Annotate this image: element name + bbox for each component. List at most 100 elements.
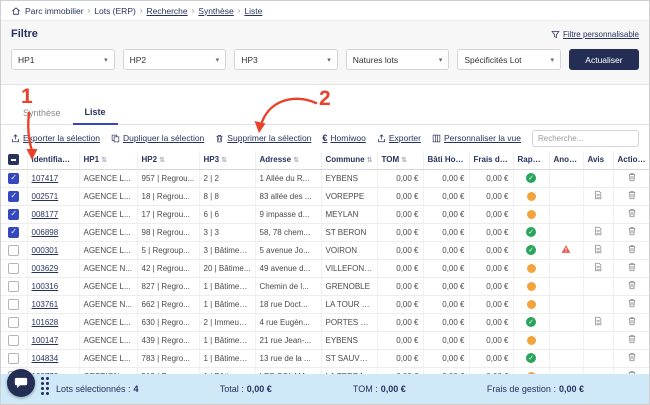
filter-select-specificites-lot[interactable]: Spécificités Lot▾ [457,49,561,70]
delete-row-icon[interactable] [627,208,637,218]
customize-view-button[interactable]: Personnaliser la vue [432,133,521,143]
column-header-frais[interactable]: Frais de G...⇅ [469,151,513,169]
row-checkbox[interactable] [8,263,19,274]
row-checkbox[interactable] [8,335,19,346]
hp3-cell: 1 | Bâtiment... [199,349,255,367]
filter-select-hp3[interactable]: HP3▾ [234,49,338,70]
refresh-button[interactable]: Actualiser [569,49,639,70]
document-icon[interactable] [593,244,603,254]
row-checkbox[interactable] [8,209,19,220]
filter-select-hp2[interactable]: HP2▾ [123,49,227,70]
actions-cell [613,241,649,259]
identifiant-link[interactable]: 100147 [32,336,59,345]
delete-row-icon[interactable] [627,172,637,182]
hp1-cell: AGENCE L... [79,223,137,241]
row-checkbox[interactable] [8,245,19,256]
row-checkbox[interactable] [8,353,19,364]
hp1-cell: AGENCE L... [79,241,137,259]
breadcrumb-item-recherche[interactable]: Recherche [147,6,188,16]
breadcrumb-item-liste[interactable]: Liste [244,6,262,16]
document-icon[interactable] [593,316,603,326]
column-header-hp3[interactable]: HP3⇅ [199,151,255,169]
hp3-cell: 6 | 6 [199,205,255,223]
identifiant-link[interactable]: 104834 [32,354,59,363]
identifiant-cell: 100147 [27,331,79,349]
filter-header: Filtre Filtre personnalisable [11,28,639,40]
delete-row-icon[interactable] [627,244,637,254]
drag-handle-icon[interactable] [41,377,49,395]
tab-synthese[interactable]: Synthèse [11,108,73,124]
row-checkbox[interactable] [8,191,19,202]
select-all-checkbox[interactable] [8,154,19,165]
identifiant-link[interactable]: 008177 [32,210,59,219]
delete-row-icon[interactable] [627,226,637,236]
identifiant-link[interactable]: 103761 [32,300,59,309]
document-icon[interactable] [593,190,603,200]
duplicate-selection-button[interactable]: Dupliquer la sélection [111,133,204,143]
identifiant-link[interactable]: 101628 [32,318,59,327]
filter-title: Filtre [11,28,38,40]
row-select-cell [1,277,27,295]
identifiant-cell: 002571 [27,187,79,205]
delete-row-icon[interactable] [627,280,637,290]
breadcrumb-item-lots-erp: Lots (ERP) [94,6,136,16]
row-checkbox[interactable] [8,317,19,328]
row-checkbox[interactable] [8,227,19,238]
filter-select-hp1[interactable]: HP1▾ [11,49,115,70]
column-header-adresse[interactable]: Adresse⇅ [255,151,321,169]
column-header-avis[interactable]: Avis [583,151,613,169]
hp2-cell: 630 | Regro... [137,313,199,331]
total-amount: Total :0,00 € [220,384,272,394]
column-header-rappr[interactable]: Rappr...⇅ [513,151,549,169]
column-header-bati[interactable]: Bâti Hors ...⇅ [423,151,469,169]
summary-bar: Lots sélectionnés :4 Total :0,00 € TOM :… [1,374,649,404]
row-checkbox[interactable] [8,299,19,310]
delete-row-icon[interactable] [627,316,637,326]
identifiant-link[interactable]: 002571 [32,192,59,201]
select-value: Natures lots [353,55,398,65]
delete-selection-button[interactable]: Supprimer la sélection [215,133,311,143]
home-icon[interactable] [11,6,21,16]
column-header-tom[interactable]: TOM⇅ [377,151,423,169]
identifiant-link[interactable]: 003629 [32,264,59,273]
filter-select-natures-lots[interactable]: Natures lots▾ [346,49,450,70]
identifiant-cell: 103761 [27,295,79,313]
breadcrumb-item-synthese[interactable]: Synthèse [198,6,233,16]
rapprochement-cell [513,259,549,277]
identifiant-cell: 107417 [27,169,79,187]
identifiant-link[interactable]: 100316 [32,282,59,291]
rapprochement-cell [513,277,549,295]
tab-liste[interactable]: Liste [73,107,118,125]
column-header-actions[interactable]: Actions [613,151,649,169]
column-label-rappr: Rappr... [518,155,547,164]
delete-row-icon[interactable] [627,262,637,272]
document-icon[interactable] [593,262,603,272]
column-header-commune[interactable]: Commune⇅ [321,151,377,169]
identifiant-link[interactable]: 006898 [32,228,59,237]
toolbar: Exporter la sélection Dupliquer la sélect… [1,125,649,151]
search-input[interactable] [538,134,633,143]
delete-row-icon[interactable] [627,298,637,308]
row-checkbox[interactable] [8,173,19,184]
custom-filter-link[interactable]: Filtre personnalisable [551,30,639,39]
document-icon[interactable] [593,226,603,236]
delete-row-icon[interactable] [627,190,637,200]
chat-button[interactable] [7,369,35,397]
tom-cell: 0,00 € [377,313,423,331]
avis-cell [583,313,613,331]
frais-cell: 0,00 € [469,205,513,223]
identifiant-link[interactable]: 000301 [32,246,59,255]
export-button[interactable]: Exporter [377,133,421,143]
column-header-hp1[interactable]: HP1⇅ [79,151,137,169]
row-checkbox[interactable] [8,281,19,292]
homiwoo-button[interactable]: €Homiwoo [322,133,365,143]
column-header-hp2[interactable]: HP2⇅ [137,151,199,169]
anomalie-cell [549,277,583,295]
identifiant-link[interactable]: 107417 [32,174,59,183]
export-selection-button[interactable]: Exporter la sélection [11,133,100,143]
column-header-anom[interactable]: Anom... [549,151,583,169]
commune-cell: VOIRON [321,241,377,259]
delete-row-icon[interactable] [627,352,637,362]
delete-row-icon[interactable] [627,334,637,344]
column-header-id[interactable]: Identifian...⇅ [27,151,79,169]
